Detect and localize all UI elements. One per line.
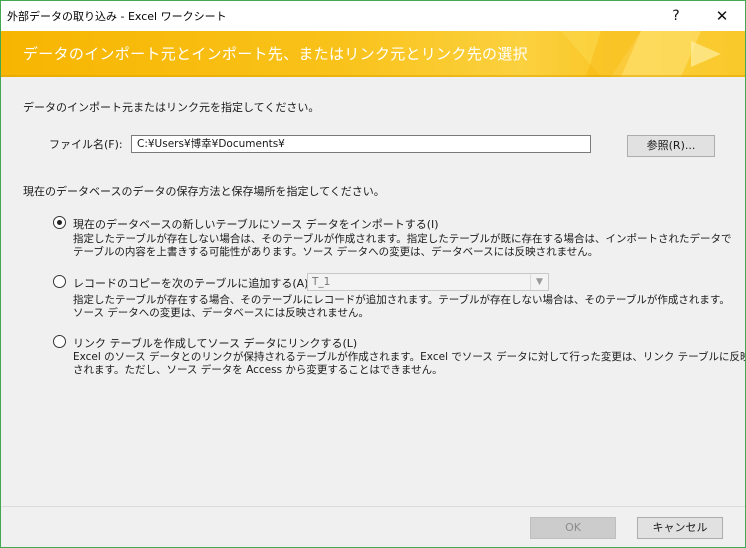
link-option-label[interactable]: リンク テーブルを作成してソース データにリンクする(L) xyxy=(73,335,357,351)
link-option-description: Excel のソース データとのリンクが保持されるテーブルが作成されます。Exc… xyxy=(73,351,746,377)
banner-title: データのインポート元とインポート先、またはリンク元とリンク先の選択 xyxy=(23,45,528,63)
file-name-label: ファイル名(F): xyxy=(49,138,123,151)
description-line: ソース データへの変更は、データベースには反映されません。 xyxy=(73,307,369,319)
table-select-value: T_1 xyxy=(312,276,331,288)
description-line: 指定したテーブルが存在しない場合は、そのテーブルが作成されます。指定したテーブル… xyxy=(73,233,732,245)
storage-instruction: 現在のデータベースのデータの保存方法と保存場所を指定してください。 xyxy=(23,185,385,198)
file-name-input[interactable]: C:¥Users¥博幸¥Documents¥ xyxy=(131,135,591,153)
close-button[interactable]: ✕ xyxy=(699,1,745,31)
description-line: Excel のソース データとのリンクが保持されるテーブルが作成されます。Exc… xyxy=(73,351,746,363)
link-radio[interactable] xyxy=(53,335,66,348)
title-bar[interactable]: 外部データの取り込み - Excel ワークシート ? ✕ xyxy=(1,1,745,31)
append-option-label[interactable]: レコードのコピーを次のテーブルに追加する(A): xyxy=(73,275,312,291)
description-line: 指定したテーブルが存在する場合、そのテーブルにレコードが追加されます。テーブルが… xyxy=(73,294,730,306)
header-banner: データのインポート元とインポート先、またはリンク元とリンク先の選択 xyxy=(1,31,745,77)
chevron-down-icon[interactable]: ▼ xyxy=(530,274,548,290)
cancel-button[interactable]: キャンセル xyxy=(637,517,723,539)
source-instruction: データのインポート元またはリンク元を指定してください。 xyxy=(23,101,320,114)
table-select[interactable]: T_1 ▼ xyxy=(307,273,549,291)
description-line: されます。ただし、ソース データを Access から変更することはできません。 xyxy=(73,364,443,376)
import-option-label[interactable]: 現在のデータベースの新しいテーブルにソース データをインポートする(I) xyxy=(73,216,439,232)
description-line: テーブルの内容を上書きする可能性があります。ソース データへの変更は、データベー… xyxy=(73,246,599,258)
import-radio[interactable] xyxy=(53,216,66,229)
help-button[interactable]: ? xyxy=(653,1,699,31)
append-radio[interactable] xyxy=(53,275,66,288)
append-option-description: 指定したテーブルが存在する場合、そのテーブルにレコードが追加されます。テーブルが… xyxy=(73,294,730,320)
import-option-description: 指定したテーブルが存在しない場合は、そのテーブルが作成されます。指定したテーブル… xyxy=(73,233,732,259)
ok-button[interactable]: OK xyxy=(530,517,616,539)
browse-button[interactable]: 参照(R)... xyxy=(627,135,715,157)
footer-divider xyxy=(1,506,745,507)
import-dialog: 外部データの取り込み - Excel ワークシート ? ✕ データのインポート元… xyxy=(0,0,746,548)
window-title: 外部データの取り込み - Excel ワークシート xyxy=(7,10,227,23)
